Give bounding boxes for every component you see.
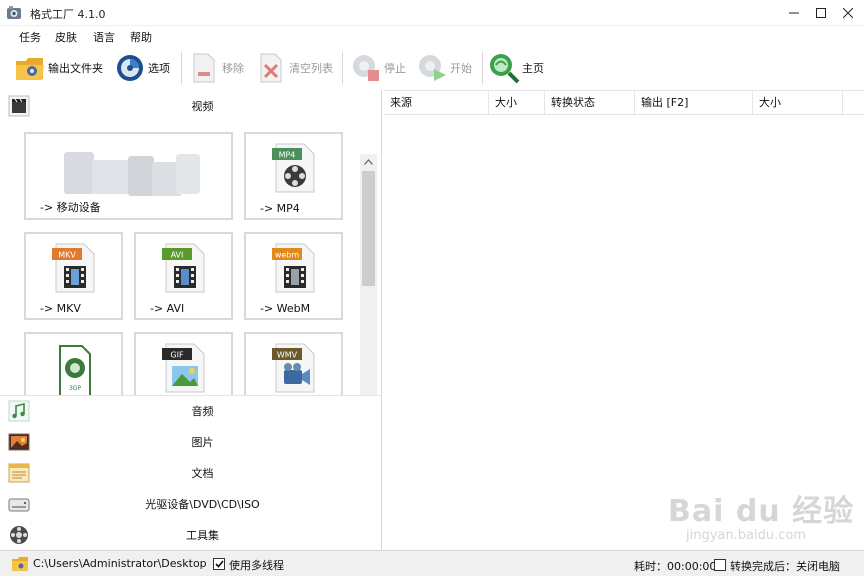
folder-icon: [14, 52, 46, 84]
elapsed-time: 耗时：00:00:00: [634, 560, 717, 573]
shutdown-after-label: 转换完成后：关闭电脑: [730, 560, 840, 573]
minimize-icon[interactable]: [780, 0, 808, 26]
output-folder-label: 输出文件夹: [48, 62, 103, 75]
category-optical-label: 光驱设备\DVD\CD\ISO: [145, 497, 260, 511]
clear-list-label: 清空列表: [289, 62, 333, 75]
column-status[interactable]: 转换状态: [545, 91, 635, 115]
svg-text:WMV: WMV: [276, 351, 297, 360]
table-header: 来源 大小 转换状态 输出 [F2] 大小: [384, 91, 864, 115]
stop-icon: [350, 52, 382, 84]
shutdown-after-checkbox[interactable]: [714, 559, 726, 571]
tile-mobile-device[interactable]: -> 移动设备: [24, 132, 233, 220]
stop-button[interactable]: 停止: [350, 52, 406, 84]
category-panel: 视频 -> 移动设备 MP4 -> MP4 MKV -> MKV AVI -> …: [0, 90, 382, 550]
home-button[interactable]: 主页: [488, 52, 544, 84]
maximize-icon[interactable]: [807, 0, 835, 26]
watermark-brand: Bai du 经验: [668, 494, 855, 529]
format-factory-icon: [7, 6, 21, 19]
category-document-label: 文档: [191, 466, 214, 480]
clear-list-icon: [255, 52, 287, 84]
grid-scrollbar[interactable]: [360, 154, 377, 395]
avi-file-icon: AVI: [136, 242, 231, 294]
status-bar: C:\Users\Administrator\Desktop 使用多线程 耗时：…: [0, 550, 864, 576]
3gp-file-icon: 3GP: [26, 342, 121, 395]
close-icon[interactable]: [834, 0, 862, 26]
tile-mkv-label: -> MKV: [40, 302, 81, 315]
clear-list-button[interactable]: 清空列表: [255, 52, 333, 84]
svg-text:AVI: AVI: [170, 251, 183, 260]
folder-icon[interactable]: [12, 557, 28, 571]
svg-text:MKV: MKV: [58, 251, 76, 260]
multithread-label: 使用多线程: [229, 559, 284, 572]
menu-language[interactable]: 语言: [93, 29, 115, 45]
options-label: 选项: [148, 62, 170, 75]
column-output[interactable]: 输出 [F2]: [635, 91, 753, 115]
toolbar-separator: [342, 52, 343, 84]
toolbar-separator: [181, 52, 182, 84]
window-title: 格式工厂 4.1.0: [30, 8, 106, 21]
start-label: 开始: [450, 62, 472, 75]
svg-text:MP4: MP4: [278, 151, 295, 160]
tile-webm-label: -> WebM: [260, 302, 311, 315]
mobile-devices-icon: [26, 142, 231, 202]
tile-mp4[interactable]: MP4 -> MP4: [244, 132, 343, 220]
remove-button[interactable]: 移除: [188, 52, 244, 84]
column-size[interactable]: 大小: [489, 91, 545, 115]
baidu-watermark: Bai du 经验 jingyan.baidu.com: [668, 486, 854, 543]
tile-avi-label: -> AVI: [150, 302, 185, 315]
category-audio-label: 音频: [191, 404, 214, 418]
webm-file-icon: webm: [246, 242, 341, 294]
stop-label: 停止: [384, 62, 406, 75]
start-button[interactable]: 开始: [416, 52, 472, 84]
tile-webm[interactable]: webm -> WebM: [244, 232, 343, 320]
category-video[interactable]: 视频: [0, 90, 382, 121]
scroll-thumb[interactable]: [362, 171, 375, 286]
column-output-size[interactable]: 大小: [753, 91, 843, 115]
mkv-file-icon: MKV: [26, 242, 121, 294]
title-bar: 格式工厂 4.1.0: [0, 0, 864, 26]
menu-bar: 任务 皮肤 语言 帮助: [0, 26, 864, 46]
tile-3gp[interactable]: 3GP: [24, 332, 123, 395]
svg-text:3GP: 3GP: [68, 385, 80, 392]
task-list-table[interactable]: 来源 大小 转换状态 输出 [F2] 大小: [384, 90, 864, 550]
category-picture[interactable]: 图片: [0, 426, 382, 457]
tile-mkv[interactable]: MKV -> MKV: [24, 232, 123, 320]
tile-mobile-device-label: -> 移动设备: [40, 201, 101, 214]
menu-skin[interactable]: 皮肤: [55, 29, 77, 45]
remove-label: 移除: [222, 62, 244, 75]
home-label: 主页: [522, 62, 544, 75]
column-source[interactable]: 来源: [384, 91, 489, 115]
tile-mp4-label: -> MP4: [260, 202, 300, 215]
mp4-file-icon: MP4: [246, 142, 341, 194]
svg-text:GIF: GIF: [170, 351, 184, 360]
category-optical-drive[interactable]: 光驱设备\DVD\CD\ISO: [0, 488, 382, 519]
video-format-grid: -> 移动设备 MP4 -> MP4 MKV -> MKV AVI -> AVI…: [0, 122, 382, 396]
tile-avi[interactable]: AVI -> AVI: [134, 232, 233, 320]
home-magnifier-icon: [488, 52, 520, 84]
category-document[interactable]: 文档: [0, 457, 382, 488]
svg-text:webm: webm: [274, 251, 299, 260]
multithread-checkbox[interactable]: [213, 558, 225, 570]
tile-gif[interactable]: GIF: [134, 332, 233, 395]
output-path[interactable]: C:\Users\Administrator\Desktop: [33, 557, 207, 570]
toolbar-separator: [482, 52, 483, 84]
options-gear-icon: [114, 52, 146, 84]
menu-task[interactable]: 任务: [19, 29, 41, 45]
toolbar: 输出文件夹 选项 移除 清空列表 停止 开始 主页: [0, 46, 864, 90]
wmv-file-icon: WMV: [246, 342, 341, 394]
tile-wmv[interactable]: WMV: [244, 332, 343, 395]
category-video-label: 视频: [191, 99, 214, 113]
remove-doc-icon: [188, 52, 220, 84]
output-folder-button[interactable]: 输出文件夹: [14, 52, 103, 84]
category-tools-label: 工具集: [186, 528, 219, 542]
chevron-up-icon[interactable]: [360, 154, 377, 169]
options-button[interactable]: 选项: [114, 52, 170, 84]
start-icon: [416, 52, 448, 84]
menu-help[interactable]: 帮助: [130, 29, 152, 45]
category-tools[interactable]: 工具集: [0, 519, 382, 550]
gif-file-icon: GIF: [136, 342, 231, 394]
category-audio[interactable]: 音频: [0, 395, 382, 426]
category-picture-label: 图片: [191, 435, 214, 449]
watermark-url: jingyan.baidu.com: [686, 528, 806, 543]
